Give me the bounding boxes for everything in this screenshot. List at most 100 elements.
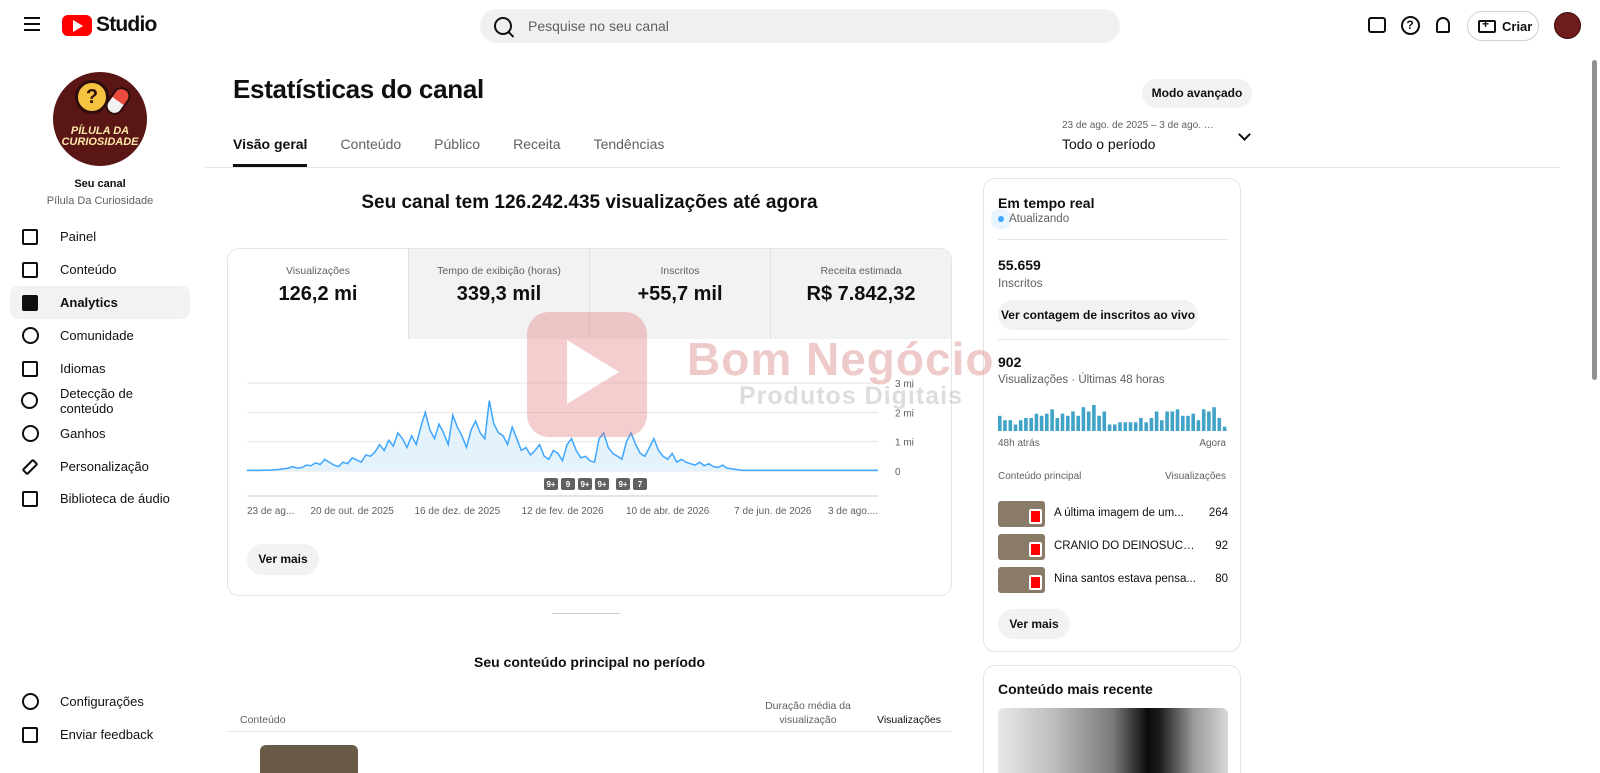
metric-label: Inscritos — [660, 265, 700, 277]
sidebar-item-label: Configurações — [60, 694, 144, 709]
metric-views[interactable]: Visualizações 126,2 mi — [228, 249, 408, 339]
x-tick-label: 3 de ago.... — [828, 506, 878, 517]
realtime-content-row[interactable]: CRÂNIO DO DEINOSUCHU... 92 — [998, 534, 1228, 562]
realtime-axis-end: Agora — [1199, 438, 1226, 449]
youtube-studio-logo[interactable]: Studio — [62, 13, 157, 37]
tab-receita[interactable]: Receita — [513, 136, 560, 167]
sidebar-item-configuracoes[interactable]: Configurações — [10, 685, 190, 718]
create-label: Criar — [1502, 18, 1533, 34]
latest-content-thumbnail[interactable] — [998, 708, 1228, 773]
divider — [998, 239, 1228, 240]
tab-publico[interactable]: Público — [434, 136, 480, 167]
metric-revenue[interactable]: Receita estimada R$ 7.842,32 — [770, 249, 951, 339]
sidebar-item-painel[interactable]: Painel — [10, 220, 190, 253]
realtime-bar — [1013, 424, 1018, 431]
scrollbar-thumb[interactable] — [1592, 60, 1597, 380]
comments-icon[interactable] — [1365, 13, 1389, 37]
see-more-button[interactable]: Ver mais — [247, 544, 319, 575]
realtime-bar — [1024, 418, 1028, 431]
metric-tabs: Visualizações 126,2 mi Tempo de exibição… — [228, 249, 951, 339]
search-input[interactable] — [528, 18, 1088, 34]
settings-icon — [20, 692, 40, 712]
sidebar-item-deteccao[interactable]: Detecção de conteúdo — [10, 384, 190, 417]
realtime-bar — [1186, 415, 1190, 431]
page-scrollbar[interactable] — [1588, 50, 1600, 773]
series-line — [247, 400, 878, 472]
sidebar-item-biblioteca-audio[interactable]: Biblioteca de áudio — [10, 482, 190, 515]
content-title: Nina santos estava pensa... — [1054, 573, 1196, 585]
channel-avatar[interactable]: ? PÍLULA DA CURIOSIDADE — [53, 72, 147, 166]
metric-watch-time[interactable]: Tempo de exibição (horas) 339,3 mil — [408, 249, 589, 339]
realtime-bar — [1003, 420, 1007, 431]
realtime-bar — [1217, 418, 1222, 431]
sidebar-item-label: Ganhos — [60, 426, 106, 441]
period-selector[interactable]: 23 de ago. de 2025 – 3 de ago. d... Todo… — [1062, 120, 1257, 152]
search-bar[interactable] — [480, 9, 1120, 43]
sidebar-item-label: Detecção de conteúdo — [59, 385, 133, 416]
subtitles-icon — [20, 359, 40, 379]
realtime-subscribers-label: Inscritos — [998, 276, 1043, 290]
realtime-bar — [1092, 405, 1096, 431]
top-bar: Studio ? Criar — [0, 0, 1600, 50]
y-tick-label: 3 mi — [895, 379, 914, 390]
divider — [998, 339, 1228, 340]
x-tick-label: 7 de jun. de 2026 — [734, 506, 812, 517]
metric-value: 126,2 mi — [278, 283, 358, 305]
x-tick-label: 20 de out. de 2025 — [310, 506, 394, 517]
metric-label: Receita estimada — [820, 265, 902, 277]
account-avatar[interactable] — [1554, 12, 1581, 39]
sidebar-item-idiomas[interactable]: Idiomas — [10, 352, 190, 385]
video-thumbnail[interactable] — [260, 745, 358, 773]
realtime-content-row[interactable]: Nina santos estava pensa... 80 — [998, 567, 1228, 595]
latest-content-card: Conteúdo mais recente — [983, 665, 1241, 773]
realtime-bar — [1191, 413, 1195, 431]
tab-tendencias[interactable]: Tendências — [594, 136, 665, 167]
realtime-bar — [1034, 413, 1039, 431]
create-button[interactable]: Criar — [1467, 11, 1539, 41]
help-icon[interactable]: ? — [1398, 13, 1422, 37]
search-icon[interactable] — [494, 17, 512, 35]
col-avg-duration[interactable]: Duração média da visualização — [763, 699, 853, 727]
content-icon — [20, 260, 40, 280]
realtime-see-more-button[interactable]: Ver mais — [998, 609, 1070, 639]
notifications-bell-icon[interactable] — [1431, 13, 1455, 37]
sidebar-item-comunidade[interactable]: Comunidade — [10, 319, 190, 352]
y-tick-label: 0 — [895, 467, 901, 478]
realtime-content-row[interactable]: A última imagem de um... 264 — [998, 501, 1228, 529]
period-label: Todo o período — [1062, 136, 1156, 152]
audio-library-icon — [20, 489, 40, 509]
realtime-bar — [1160, 420, 1164, 431]
realtime-bar — [1133, 422, 1138, 431]
period-range: 23 de ago. de 2025 – 3 de ago. d... — [1062, 120, 1217, 131]
overview-headline: Seu canal tem 126.242.435 visualizações … — [361, 192, 818, 213]
realtime-subscribers: 55.659 — [998, 257, 1041, 273]
menu-icon[interactable] — [20, 13, 44, 37]
realtime-title: Em tempo real — [998, 195, 1095, 211]
advanced-mode-button[interactable]: Modo avançado — [1142, 79, 1252, 108]
shorts-thumbnail — [998, 534, 1045, 560]
sidebar-item-analytics[interactable]: Analytics — [10, 286, 190, 319]
realtime-status: Atualizando — [998, 213, 1069, 225]
sidebar-item-personalizacao[interactable]: Personalização — [10, 450, 190, 483]
tab-conteudo[interactable]: Conteúdo — [340, 136, 401, 167]
realtime-views-label: Visualizações · Últimas 48 horas — [998, 374, 1165, 386]
realtime-bar — [1107, 424, 1112, 431]
realtime-bar — [1097, 415, 1101, 431]
metric-value: R$ 7.842,32 — [806, 283, 916, 305]
tab-visao-geral[interactable]: Visão geral — [233, 136, 308, 167]
realtime-status-text: Atualizando — [1009, 213, 1070, 225]
sidebar-item-feedback[interactable]: Enviar feedback — [10, 718, 190, 751]
youtube-logo-icon — [62, 14, 92, 36]
channel-avatar-text: PÍLULA DA CURIOSIDADE — [61, 125, 139, 148]
sidebar-item-conteudo[interactable]: Conteúdo — [10, 253, 190, 286]
col-views[interactable]: Visualizações — [877, 714, 941, 726]
sidebar-item-ganhos[interactable]: Ganhos — [10, 417, 190, 450]
logo-text: Studio — [96, 13, 157, 36]
metric-subscribers[interactable]: Inscritos +55,7 mil — [589, 249, 770, 339]
metric-value: 339,3 mil — [456, 283, 542, 305]
live-subscriber-count-button[interactable]: Ver contagem de inscritos ao vivo — [998, 300, 1198, 330]
realtime-bar — [1207, 411, 1211, 431]
views-chart-svg: 0 1 mi 2 mi 3 mi 9+ 9 9+ 9+ 9+ 7 23 de ag... 20 de … — [247, 379, 914, 517]
shorts-thumbnail — [998, 501, 1045, 527]
realtime-bar — [1076, 415, 1080, 431]
